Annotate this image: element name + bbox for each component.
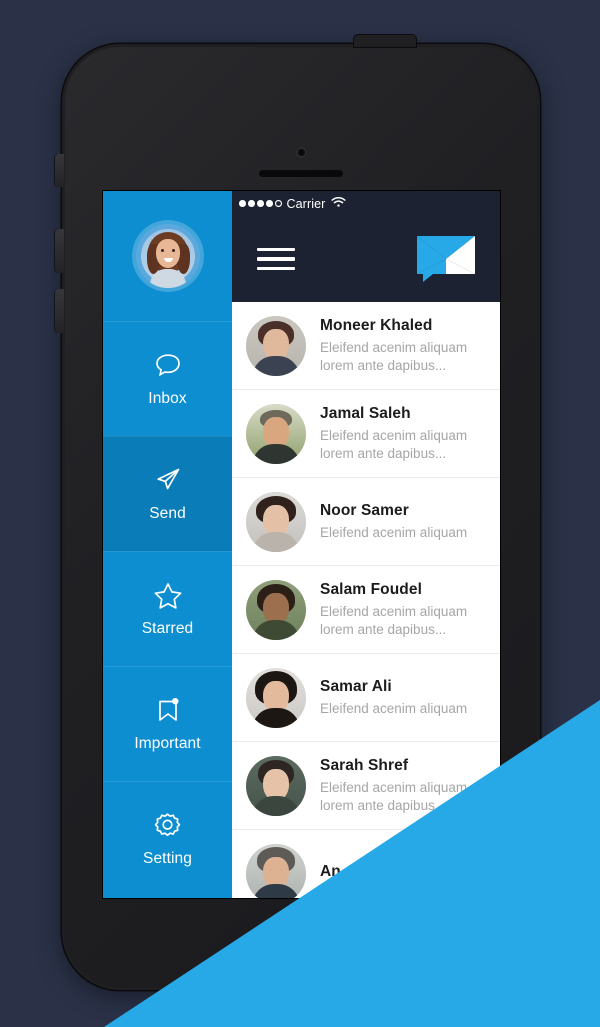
sidebar-item-label: Starred: [141, 620, 194, 637]
star-icon: [153, 580, 183, 610]
volume-up-button[interactable]: [55, 229, 64, 273]
message-preview: Eleifend acenim aliquam: [320, 700, 468, 716]
app-bar: [232, 216, 500, 302]
status-bar: Carrier: [232, 191, 500, 216]
front-camera-icon: [295, 147, 307, 158]
avatar: [246, 315, 306, 376]
sidebar-item-inbox[interactable]: Inbox: [103, 321, 232, 436]
earpiece-speaker-icon: [259, 170, 343, 177]
message-preview: Eleifend acenim aliquam lorem ante dapib…: [320, 603, 468, 637]
message-preview: Eleifend acenim aliquam: [320, 524, 468, 540]
avatar[interactable]: [135, 224, 200, 288]
table-row[interactable]: Samar Ali Eleifend acenim aliquam: [232, 654, 500, 742]
phone-device: Inbox Send Starred Important Setting Car…: [55, 35, 540, 990]
avatar: [246, 755, 306, 816]
table-row[interactable]: Sarah Shref Eleifend acenim aliquam lore…: [232, 742, 500, 830]
sidebar-item-important[interactable]: Important: [103, 666, 232, 781]
message-text: Salam Foudel Eleifend acenim aliquam lor…: [320, 581, 484, 639]
sidebar-item-label: Inbox: [148, 390, 187, 407]
hamburger-menu-icon[interactable]: [257, 247, 295, 271]
sidebar-item-setting[interactable]: Setting: [103, 781, 232, 896]
table-row[interactable]: An: [232, 830, 500, 898]
sidebar-item-label: Important: [134, 735, 201, 752]
message-sender: Jamal Saleh: [320, 404, 411, 422]
sidebar-item-starred[interactable]: Starred: [103, 551, 232, 666]
message-list[interactable]: Moneer Khaled Eleifend acenim aliquam lo…: [232, 302, 500, 898]
silent-switch[interactable]: [55, 154, 64, 187]
avatar: [246, 843, 306, 898]
table-row[interactable]: Salam Foudel Eleifend acenim aliquam lor…: [232, 566, 500, 654]
message-preview: Eleifend acenim aliquam lorem ante dapib…: [320, 339, 468, 373]
signal-strength-icon: [239, 200, 282, 207]
sidebar-navigation: Inbox Send Starred Important Setting: [103, 191, 232, 898]
table-row[interactable]: Moneer Khaled Eleifend acenim aliquam lo…: [232, 302, 500, 390]
message-preview: Eleifend acenim aliquam lorem ante dapib…: [320, 427, 468, 461]
message-sender: Moneer Khaled: [320, 316, 433, 334]
avatar: [246, 491, 306, 552]
power-button[interactable]: [354, 35, 416, 47]
table-row[interactable]: Noor Samer Eleifend acenim aliquam: [232, 478, 500, 566]
sidebar-profile-header[interactable]: [103, 191, 232, 321]
volume-down-button[interactable]: [55, 289, 64, 333]
sidebar-item-label: Setting: [143, 850, 192, 867]
message-text: Jamal Saleh Eleifend acenim aliquam lore…: [320, 405, 484, 463]
carrier-label: Carrier: [286, 196, 326, 211]
mail-logo-icon[interactable]: [415, 232, 477, 287]
message-sender: An: [320, 862, 341, 880]
message-sender: Noor Samer: [320, 501, 409, 519]
paper-plane-icon: [153, 465, 183, 495]
wifi-icon: [331, 195, 346, 213]
message-text: Moneer Khaled Eleifend acenim aliquam lo…: [320, 317, 484, 375]
message-text: Sarah Shref Eleifend acenim aliquam lore…: [320, 757, 484, 815]
avatar: [246, 667, 306, 728]
chat-bubble-icon: [153, 350, 183, 380]
content-pane: Carrier Moneer Khaled Eleifend acenim al…: [232, 191, 500, 898]
table-row[interactable]: Jamal Saleh Eleifend acenim aliquam lore…: [232, 390, 500, 478]
message-sender: Salam Foudel: [320, 580, 422, 598]
message-sender: Samar Ali: [320, 677, 392, 695]
sidebar-item-label: Send: [149, 505, 186, 522]
avatar: [246, 579, 306, 640]
message-text: Noor Samer Eleifend acenim aliquam: [320, 502, 484, 542]
avatar: [246, 403, 306, 464]
message-sender: Sarah Shref: [320, 756, 409, 774]
gear-icon: [153, 810, 183, 840]
message-preview: Eleifend acenim aliquam lorem ante dapib…: [320, 779, 468, 813]
phone-screen: Inbox Send Starred Important Setting Car…: [103, 191, 500, 898]
message-text: Samar Ali Eleifend acenim aliquam: [320, 678, 484, 718]
message-text: An: [320, 863, 484, 885]
sidebar-item-send[interactable]: Send: [103, 436, 232, 551]
bookmark-dot-icon: [153, 695, 183, 725]
